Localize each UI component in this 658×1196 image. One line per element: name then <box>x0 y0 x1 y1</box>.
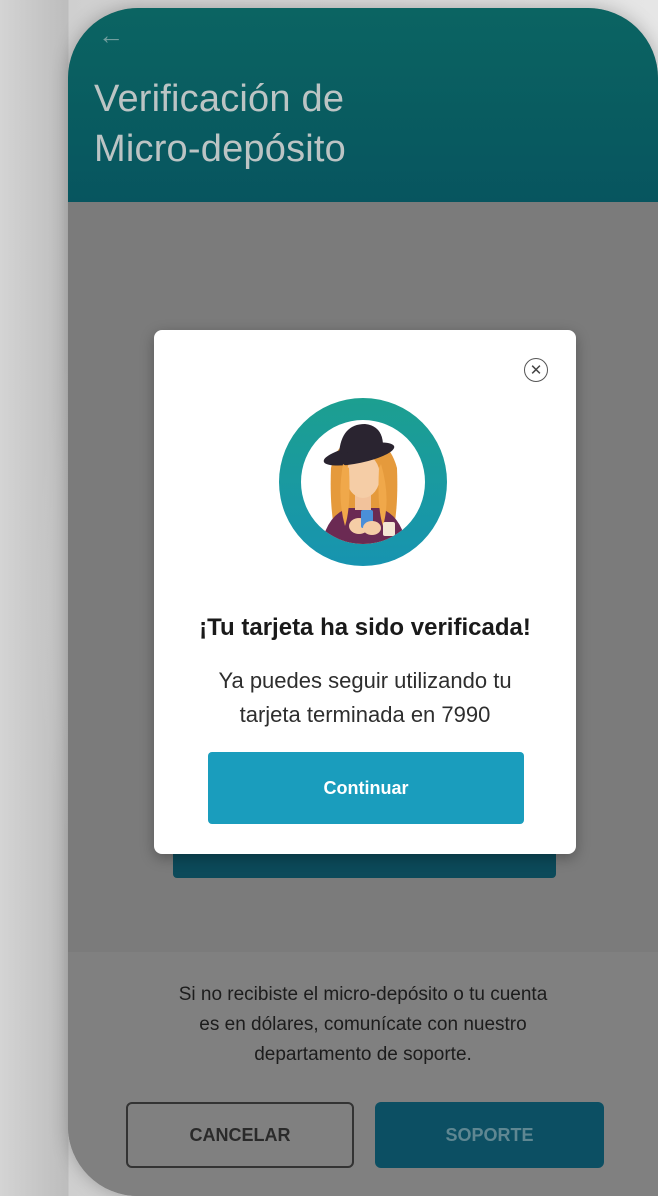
support-message-line2: es en dólares, comunícate con nuestro <box>199 1014 527 1035</box>
verification-success-modal: ✕ ¡Tu tarjeta ha sido verificada! Ya pue… <box>154 330 576 854</box>
page-title-line2: Micro-depósito <box>94 128 347 170</box>
support-button[interactable]: SOPORTE <box>375 1102 604 1168</box>
footer: Si no recibiste el micro-depósito o tu c… <box>68 952 658 1196</box>
woman-holding-card-illustration <box>279 398 447 566</box>
continue-button[interactable]: Continuar <box>208 752 524 824</box>
support-message-line3: departamento de soporte. <box>254 1044 472 1065</box>
page-title: Verificación de Micro-depósito <box>94 74 614 174</box>
support-message-line1: Si no recibiste el micro-depósito o tu c… <box>178 984 548 1005</box>
support-message: Si no recibiste el micro-depósito o tu c… <box>128 980 598 1070</box>
modal-message-line1: Ya puedes seguir utilizando tu <box>218 668 512 693</box>
page-title-line1: Verificación de <box>94 78 345 120</box>
arrow-left-icon[interactable]: ← <box>98 22 124 48</box>
cancel-button[interactable]: CANCELAR <box>126 1102 354 1168</box>
app-header: ← Verificación de Micro-depósito <box>68 8 658 202</box>
modal-title: ¡Tu tarjeta ha sido verificada! <box>199 614 531 641</box>
close-circle-icon[interactable]: ✕ <box>524 358 548 382</box>
modal-message: Ya puedes seguir utilizando tu tarjeta t… <box>184 664 546 732</box>
modal-message-line2: tarjeta terminada en 7990 <box>239 702 491 727</box>
